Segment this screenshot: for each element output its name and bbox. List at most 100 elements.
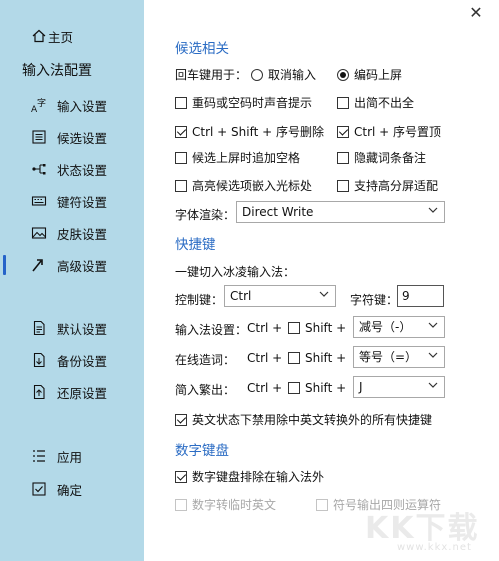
list-icon (30, 128, 48, 146)
checkbox-label: 候选上屏时追加空格 (192, 151, 301, 165)
checkbox-box (337, 96, 349, 109)
checkbox-ctrl-shift-delete[interactable]: Ctrl + Shift + 序号删除 (175, 123, 324, 140)
checkbox-highlight-inline[interactable]: 高亮候选项嵌入光标处 (175, 177, 312, 194)
checkbox-box (337, 179, 349, 192)
checkbox-box (337, 151, 349, 164)
control-key-select[interactable]: Ctrl (224, 285, 336, 307)
control-key-label: 控制键： (175, 293, 224, 307)
close-icon[interactable]: ✕ (467, 4, 485, 22)
checkbox-label: Shift + (305, 351, 347, 365)
font-render-value: Direct Write (242, 205, 314, 219)
hotkey-simp-trad-key-select[interactable]: J (353, 376, 445, 398)
sidebar-item-label: 备份设置 (57, 353, 108, 369)
sidebar-item-keysymbol-settings[interactable]: 键符设置 (0, 186, 144, 216)
hotkey-row-label: 在线造词： (175, 353, 236, 367)
checkbox-label: Shift + (305, 381, 347, 395)
sidebar-title: 输入法配置 (22, 63, 92, 79)
checkbox-box (175, 125, 187, 138)
checkbox-sound-hint[interactable]: 重码或空码时声音提示 (175, 94, 312, 111)
restore-icon (30, 383, 48, 401)
checkbox-disable-hotkeys-english[interactable]: 英文状态下禁用除中英文转换外的所有快捷键 (175, 411, 432, 428)
main-panel: ✕ 候选相关 回车键用于： 取消输入 编码上屏 重码或空码时声音提示 出简不出全… (144, 0, 499, 561)
sidebar-item-input-settings[interactable]: A字 输入设置 (0, 90, 144, 120)
char-key-label: 字符键： (350, 293, 399, 307)
font-render-label: 字体渲染： (175, 208, 236, 222)
chevron-down-icon (428, 207, 438, 213)
radio-commit-code[interactable]: 编码上屏 (337, 66, 402, 83)
switch-ime-label: 一键切入冰凌输入法： (175, 265, 296, 279)
checkbox-box (288, 352, 300, 364)
flow-icon (30, 160, 48, 178)
checkbox-label: 支持高分屏适配 (354, 179, 439, 193)
enter-key-label: 回车键用于： (175, 68, 248, 82)
char-key-input[interactable]: 9 (397, 285, 444, 307)
hotkey-ctrl-label: Ctrl + (247, 381, 283, 395)
radio-label: 取消输入 (268, 68, 317, 82)
sidebar-item-candidate-settings[interactable]: 候选设置 (0, 122, 144, 152)
checkbox-append-space[interactable]: 候选上屏时追加空格 (175, 149, 300, 166)
sidebar-item-label: 还原设置 (57, 385, 108, 401)
hotkey-settings-key-select[interactable]: 减号（-） (353, 316, 445, 338)
sidebar-item-label: 状态设置 (57, 162, 108, 178)
sidebar-item-restore-settings[interactable]: 还原设置 (0, 377, 144, 407)
backup-icon (30, 351, 48, 369)
checkbox-shift-settings[interactable]: Shift + (288, 321, 346, 335)
sidebar-item-status-settings[interactable]: 状态设置 (0, 154, 144, 184)
hotkey-key-value: J (359, 380, 363, 394)
chevron-down-icon (428, 382, 438, 388)
hotkey-ctrl-label: Ctrl + (247, 321, 283, 335)
radio-label: 编码上屏 (354, 68, 403, 82)
checkbox-box (175, 498, 187, 511)
checkbox-label: Shift + (305, 321, 347, 335)
image-icon (30, 224, 48, 242)
sidebar-item-default-settings[interactable]: 默认设置 (0, 313, 144, 343)
sidebar-item-home[interactable]: 主页 (0, 21, 144, 51)
chevron-down-icon (319, 291, 329, 297)
doc-icon (30, 319, 48, 337)
font-render-select[interactable]: Direct Write (236, 201, 445, 223)
checkbox-box (288, 322, 300, 334)
section-candidate-heading: 候选相关 (175, 41, 229, 57)
sidebar-item-label: 候选设置 (57, 130, 108, 146)
sidebar: 主页 输入法配置 A字 输入设置 候选设置 状态设置 键符设置 皮肤设置 高级设… (0, 0, 144, 561)
hotkey-online-word-key-select[interactable]: 等号（=） (353, 346, 445, 368)
sidebar-item-label: 默认设置 (57, 321, 108, 337)
sidebar-item-backup-settings[interactable]: 备份设置 (0, 345, 144, 375)
checkbox-shift-simp-trad[interactable]: Shift + (288, 381, 346, 395)
checkbox-label: 英文状态下禁用除中英文转换外的所有快捷键 (192, 413, 433, 427)
checkbox-box (288, 382, 300, 394)
sidebar-item-label: 键符设置 (57, 194, 108, 210)
confirm-button[interactable]: 确定 (0, 474, 144, 504)
checkbox-hide-remarks[interactable]: 隐藏词条备注 (337, 149, 426, 166)
checkbox-label: 出简不出全 (354, 96, 415, 110)
hotkey-row-label: 输入法设置： (175, 323, 248, 337)
svg-text:字: 字 (37, 97, 46, 109)
checkbox-box (337, 125, 349, 138)
checkbox-shift-online-word[interactable]: Shift + (288, 351, 346, 365)
sidebar-item-skin-settings[interactable]: 皮肤设置 (0, 218, 144, 248)
hotkey-key-value: 减号（-） (359, 320, 412, 334)
checkbox-label: 重码或空码时声音提示 (192, 96, 313, 110)
checkbox-box (175, 470, 187, 483)
confirm-icon (30, 480, 48, 498)
checkbox-numpad-exclude[interactable]: 数字键盘排除在输入法外 (175, 468, 324, 485)
checkbox-box (175, 413, 187, 426)
chevron-down-icon (428, 322, 438, 328)
checkbox-hidpi[interactable]: 支持高分屏适配 (337, 177, 438, 194)
apply-button[interactable]: 应用 (0, 441, 144, 471)
sidebar-item-label: 主页 (48, 29, 74, 45)
checkbox-ctrl-pin-top[interactable]: Ctrl + 序号置顶 (337, 123, 441, 140)
checkbox-label: Ctrl + 序号置顶 (354, 125, 442, 139)
sidebar-item-label: 输入设置 (57, 98, 108, 114)
checkbox-label: 数字转临时英文 (192, 498, 277, 512)
checkbox-label: 高亮候选项嵌入光标处 (192, 179, 313, 193)
control-key-value: Ctrl (230, 289, 252, 303)
checkbox-label: 隐藏词条备注 (354, 151, 427, 165)
checkbox-numpad-temp-english[interactable]: 数字转临时英文 (175, 496, 276, 513)
radio-cancel-input[interactable]: 取消输入 (251, 66, 316, 83)
sidebar-item-advanced-settings[interactable]: 高级设置 (0, 250, 144, 280)
checkbox-short-not-full[interactable]: 出简不出全 (337, 94, 414, 111)
hotkey-key-value: 等号（=） (359, 350, 418, 364)
radio-dot (337, 68, 349, 81)
home-icon (30, 27, 48, 45)
